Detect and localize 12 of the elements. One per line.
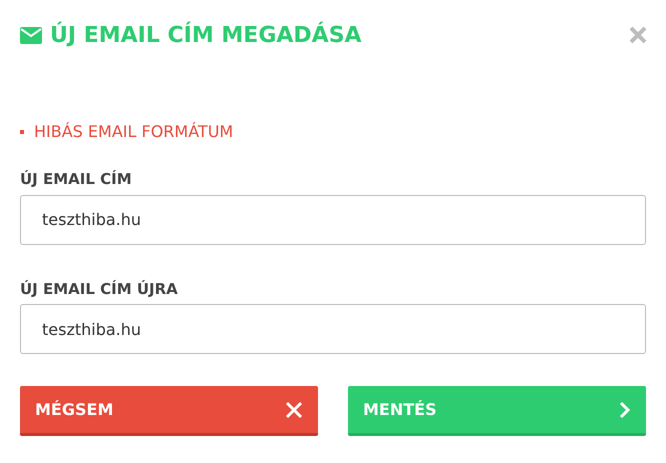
close-icon — [285, 400, 303, 418]
field-label: ÚJ EMAIL CÍM ÚJRA — [20, 278, 179, 300]
email-input[interactable]: teszthiba.hu — [20, 304, 646, 354]
dialog-title: ÚJ EMAIL CÍM MEGADÁSA — [50, 20, 362, 50]
email-input[interactable]: teszthiba.hu — [20, 194, 646, 244]
cancel-button[interactable]: MÉGSEM — [20, 386, 318, 436]
bullet-icon — [20, 130, 24, 134]
error-message: HIBÁS EMAIL FORMÁTUM — [34, 121, 234, 143]
field-label: ÚJ EMAIL CÍM — [20, 169, 133, 190]
envelope-icon — [20, 26, 42, 44]
chevron-right-icon — [619, 400, 631, 418]
close-icon — [628, 25, 648, 45]
